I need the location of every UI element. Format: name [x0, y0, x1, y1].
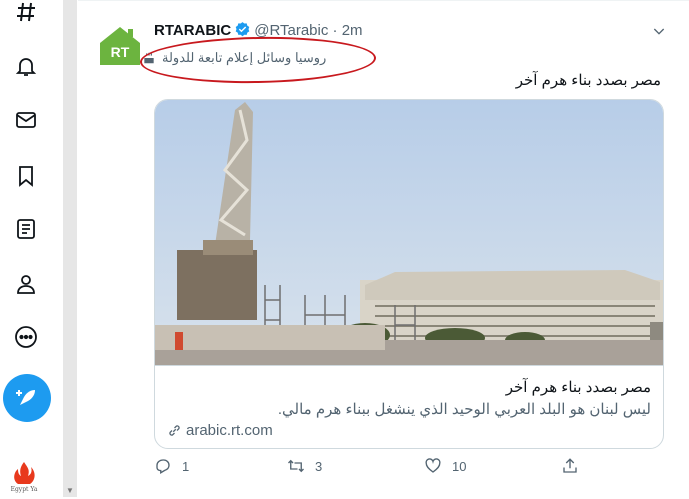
card-meta: مصر بصدد بناء هرم آخر ليس لبنان هو البلد…	[155, 365, 663, 448]
more-icon[interactable]	[10, 321, 42, 353]
heart-icon	[425, 458, 441, 473]
tweet[interactable]: RT RTARABIC @RTarabic · 2m روسيا وسائل إع…	[78, 0, 689, 498]
scroll-down-arrow[interactable]: ▼	[66, 486, 74, 495]
account-avatar[interactable]: Egypt Ya	[6, 458, 42, 494]
link-icon	[169, 425, 180, 436]
reply-button[interactable]: 1	[154, 457, 189, 475]
retweet-icon	[288, 459, 304, 473]
explore-icon[interactable]	[10, 0, 42, 28]
card-domain-text: arabic.rt.com	[186, 422, 273, 439]
tweet-actions: 1 3 10	[154, 457, 674, 479]
more-options-icon[interactable]	[651, 23, 667, 44]
bookmarks-icon[interactable]	[10, 160, 42, 192]
card-domain[interactable]: arabic.rt.com	[167, 422, 273, 439]
card-description: ليس لبنان هو البلد العربي الوحيد الذي ين…	[277, 401, 651, 418]
tweet-text: مصر بصدد بناء هرم آخر	[515, 72, 661, 89]
compose-icon	[16, 390, 35, 405]
left-nav: Egypt Ya	[0, 0, 52, 497]
retweet-count: 3	[315, 458, 323, 474]
share-button[interactable]	[561, 457, 579, 475]
card-title[interactable]: مصر بصدد بناء هرم آخر	[506, 378, 651, 396]
lists-icon[interactable]	[10, 213, 42, 245]
svg-text:RT: RT	[111, 44, 130, 60]
profile-icon[interactable]	[10, 268, 42, 300]
author-name[interactable]: RTARABIC	[154, 22, 231, 39]
scrollbar[interactable]	[63, 0, 77, 497]
share-icon	[563, 458, 577, 473]
like-count: 10	[452, 458, 467, 474]
compose-button[interactable]	[3, 374, 51, 422]
notifications-icon[interactable]	[10, 50, 42, 82]
link-card[interactable]: مصر بصدد بناء هرم آخر ليس لبنان هو البلد…	[154, 99, 664, 449]
reply-count: 1	[182, 458, 190, 474]
messages-icon[interactable]	[10, 104, 42, 136]
author-avatar[interactable]: RT	[98, 23, 142, 67]
retweet-button[interactable]: 3	[287, 457, 322, 475]
card-image	[155, 100, 663, 365]
like-button[interactable]: 10	[424, 457, 466, 475]
account-badge-text: Egypt Ya	[11, 486, 38, 493]
tweet-time[interactable]: · 2m	[333, 22, 363, 39]
reply-icon	[156, 459, 170, 474]
